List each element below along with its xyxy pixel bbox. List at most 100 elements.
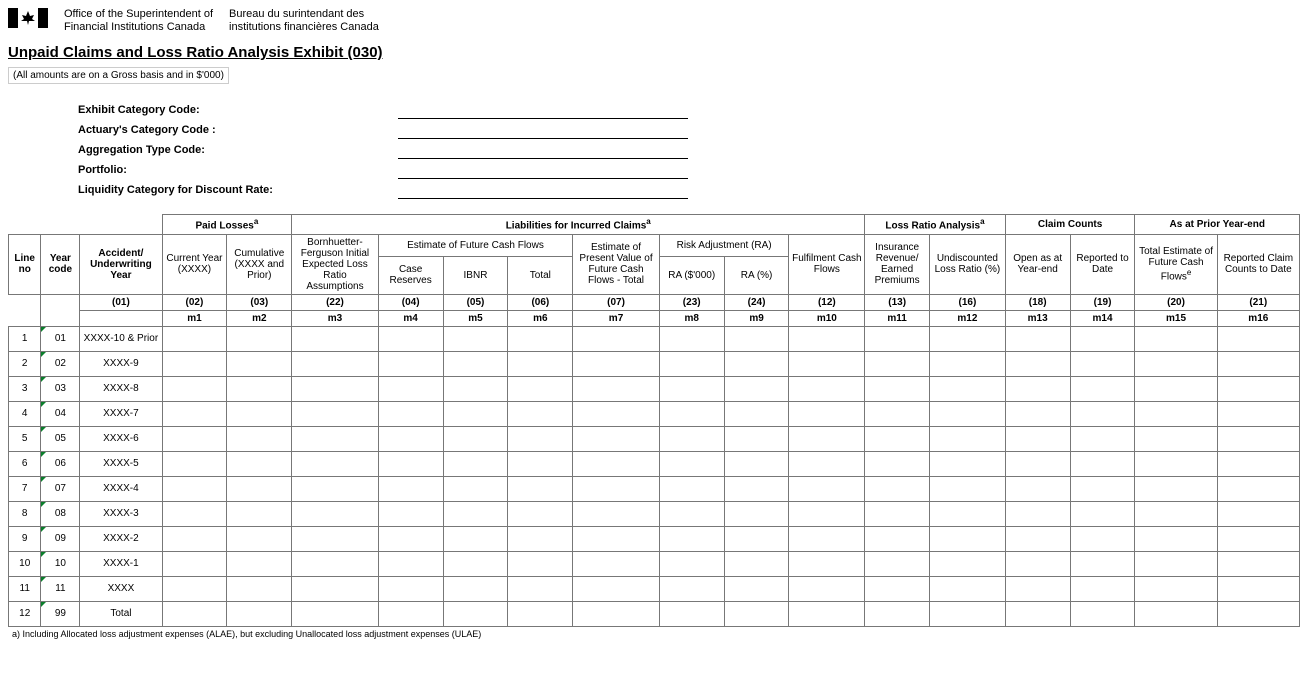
cell-value[interactable] [378,476,443,501]
cell-value[interactable] [930,501,1006,526]
cell-value[interactable] [1070,476,1135,501]
cell-value[interactable] [659,476,724,501]
cell-value[interactable] [162,426,227,451]
cell-value[interactable] [1070,351,1135,376]
cell-value[interactable] [865,376,930,401]
cell-value[interactable] [443,451,508,476]
cell-value[interactable] [1217,576,1299,601]
cell-value[interactable] [573,576,659,601]
cell-value[interactable] [1135,501,1217,526]
cell-value[interactable] [1005,526,1070,551]
cell-value[interactable] [659,551,724,576]
cell-value[interactable] [443,526,508,551]
cell-value[interactable] [724,576,789,601]
cell-value[interactable] [227,351,292,376]
cell-value[interactable] [378,551,443,576]
cell-value[interactable] [724,351,789,376]
cell-value[interactable] [227,601,292,626]
cell-value[interactable] [573,501,659,526]
cell-value[interactable] [789,351,865,376]
cell-value[interactable] [378,376,443,401]
cell-value[interactable] [865,526,930,551]
cell-value[interactable] [443,476,508,501]
cell-value[interactable] [227,576,292,601]
cell-value[interactable] [1070,426,1135,451]
cell-value[interactable] [508,601,573,626]
cell-value[interactable] [1070,526,1135,551]
cell-value[interactable] [227,526,292,551]
cell-value[interactable] [659,526,724,551]
cell-value[interactable] [1135,576,1217,601]
cell-value[interactable] [508,401,573,426]
cell-value[interactable] [1005,501,1070,526]
cell-value[interactable] [162,476,227,501]
cell-value[interactable] [443,576,508,601]
cell-value[interactable] [865,451,930,476]
cell-value[interactable] [930,576,1006,601]
cell-value[interactable] [292,476,378,501]
cell-value[interactable] [1135,426,1217,451]
cell-value[interactable] [789,451,865,476]
cell-value[interactable] [508,576,573,601]
cell-value[interactable] [573,551,659,576]
cell-value[interactable] [789,426,865,451]
cell-value[interactable] [930,376,1006,401]
cell-value[interactable] [1070,576,1135,601]
cell-value[interactable] [443,601,508,626]
cell-value[interactable] [292,451,378,476]
cell-value[interactable] [508,476,573,501]
cell-value[interactable] [659,401,724,426]
cell-value[interactable] [1217,376,1299,401]
cell-value[interactable] [1135,351,1217,376]
cell-value[interactable] [292,576,378,601]
cell-value[interactable] [378,451,443,476]
cell-value[interactable] [1217,451,1299,476]
cell-value[interactable] [1217,526,1299,551]
cell-value[interactable] [789,576,865,601]
cell-value[interactable] [659,601,724,626]
cell-value[interactable] [1005,326,1070,351]
cell-value[interactable] [659,351,724,376]
cell-value[interactable] [1217,501,1299,526]
cell-value[interactable] [724,451,789,476]
cell-value[interactable] [1217,476,1299,501]
cell-value[interactable] [1135,476,1217,501]
cell-value[interactable] [724,376,789,401]
cell-value[interactable] [378,401,443,426]
cell-value[interactable] [1070,501,1135,526]
cell-value[interactable] [659,451,724,476]
cell-value[interactable] [443,426,508,451]
cell-value[interactable] [573,601,659,626]
cell-value[interactable] [573,401,659,426]
cell-value[interactable] [1005,451,1070,476]
cell-value[interactable] [789,326,865,351]
cell-value[interactable] [443,401,508,426]
cell-value[interactable] [865,351,930,376]
cell-value[interactable] [930,526,1006,551]
cell-value[interactable] [1070,551,1135,576]
cell-value[interactable] [1005,476,1070,501]
cell-value[interactable] [443,326,508,351]
cell-value[interactable] [292,551,378,576]
cell-value[interactable] [789,501,865,526]
cell-value[interactable] [162,326,227,351]
cell-value[interactable] [508,351,573,376]
cell-value[interactable] [1135,376,1217,401]
cell-value[interactable] [724,401,789,426]
cell-value[interactable] [227,451,292,476]
cell-value[interactable] [1217,401,1299,426]
input-actuary-code[interactable] [398,122,688,139]
input-aggregation-code[interactable] [398,142,688,159]
cell-value[interactable] [789,376,865,401]
cell-value[interactable] [659,376,724,401]
cell-value[interactable] [1070,326,1135,351]
cell-value[interactable] [789,551,865,576]
cell-value[interactable] [659,326,724,351]
cell-value[interactable] [508,451,573,476]
cell-value[interactable] [443,551,508,576]
cell-value[interactable] [1070,376,1135,401]
cell-value[interactable] [378,426,443,451]
cell-value[interactable] [573,476,659,501]
cell-value[interactable] [162,576,227,601]
cell-value[interactable] [1135,551,1217,576]
